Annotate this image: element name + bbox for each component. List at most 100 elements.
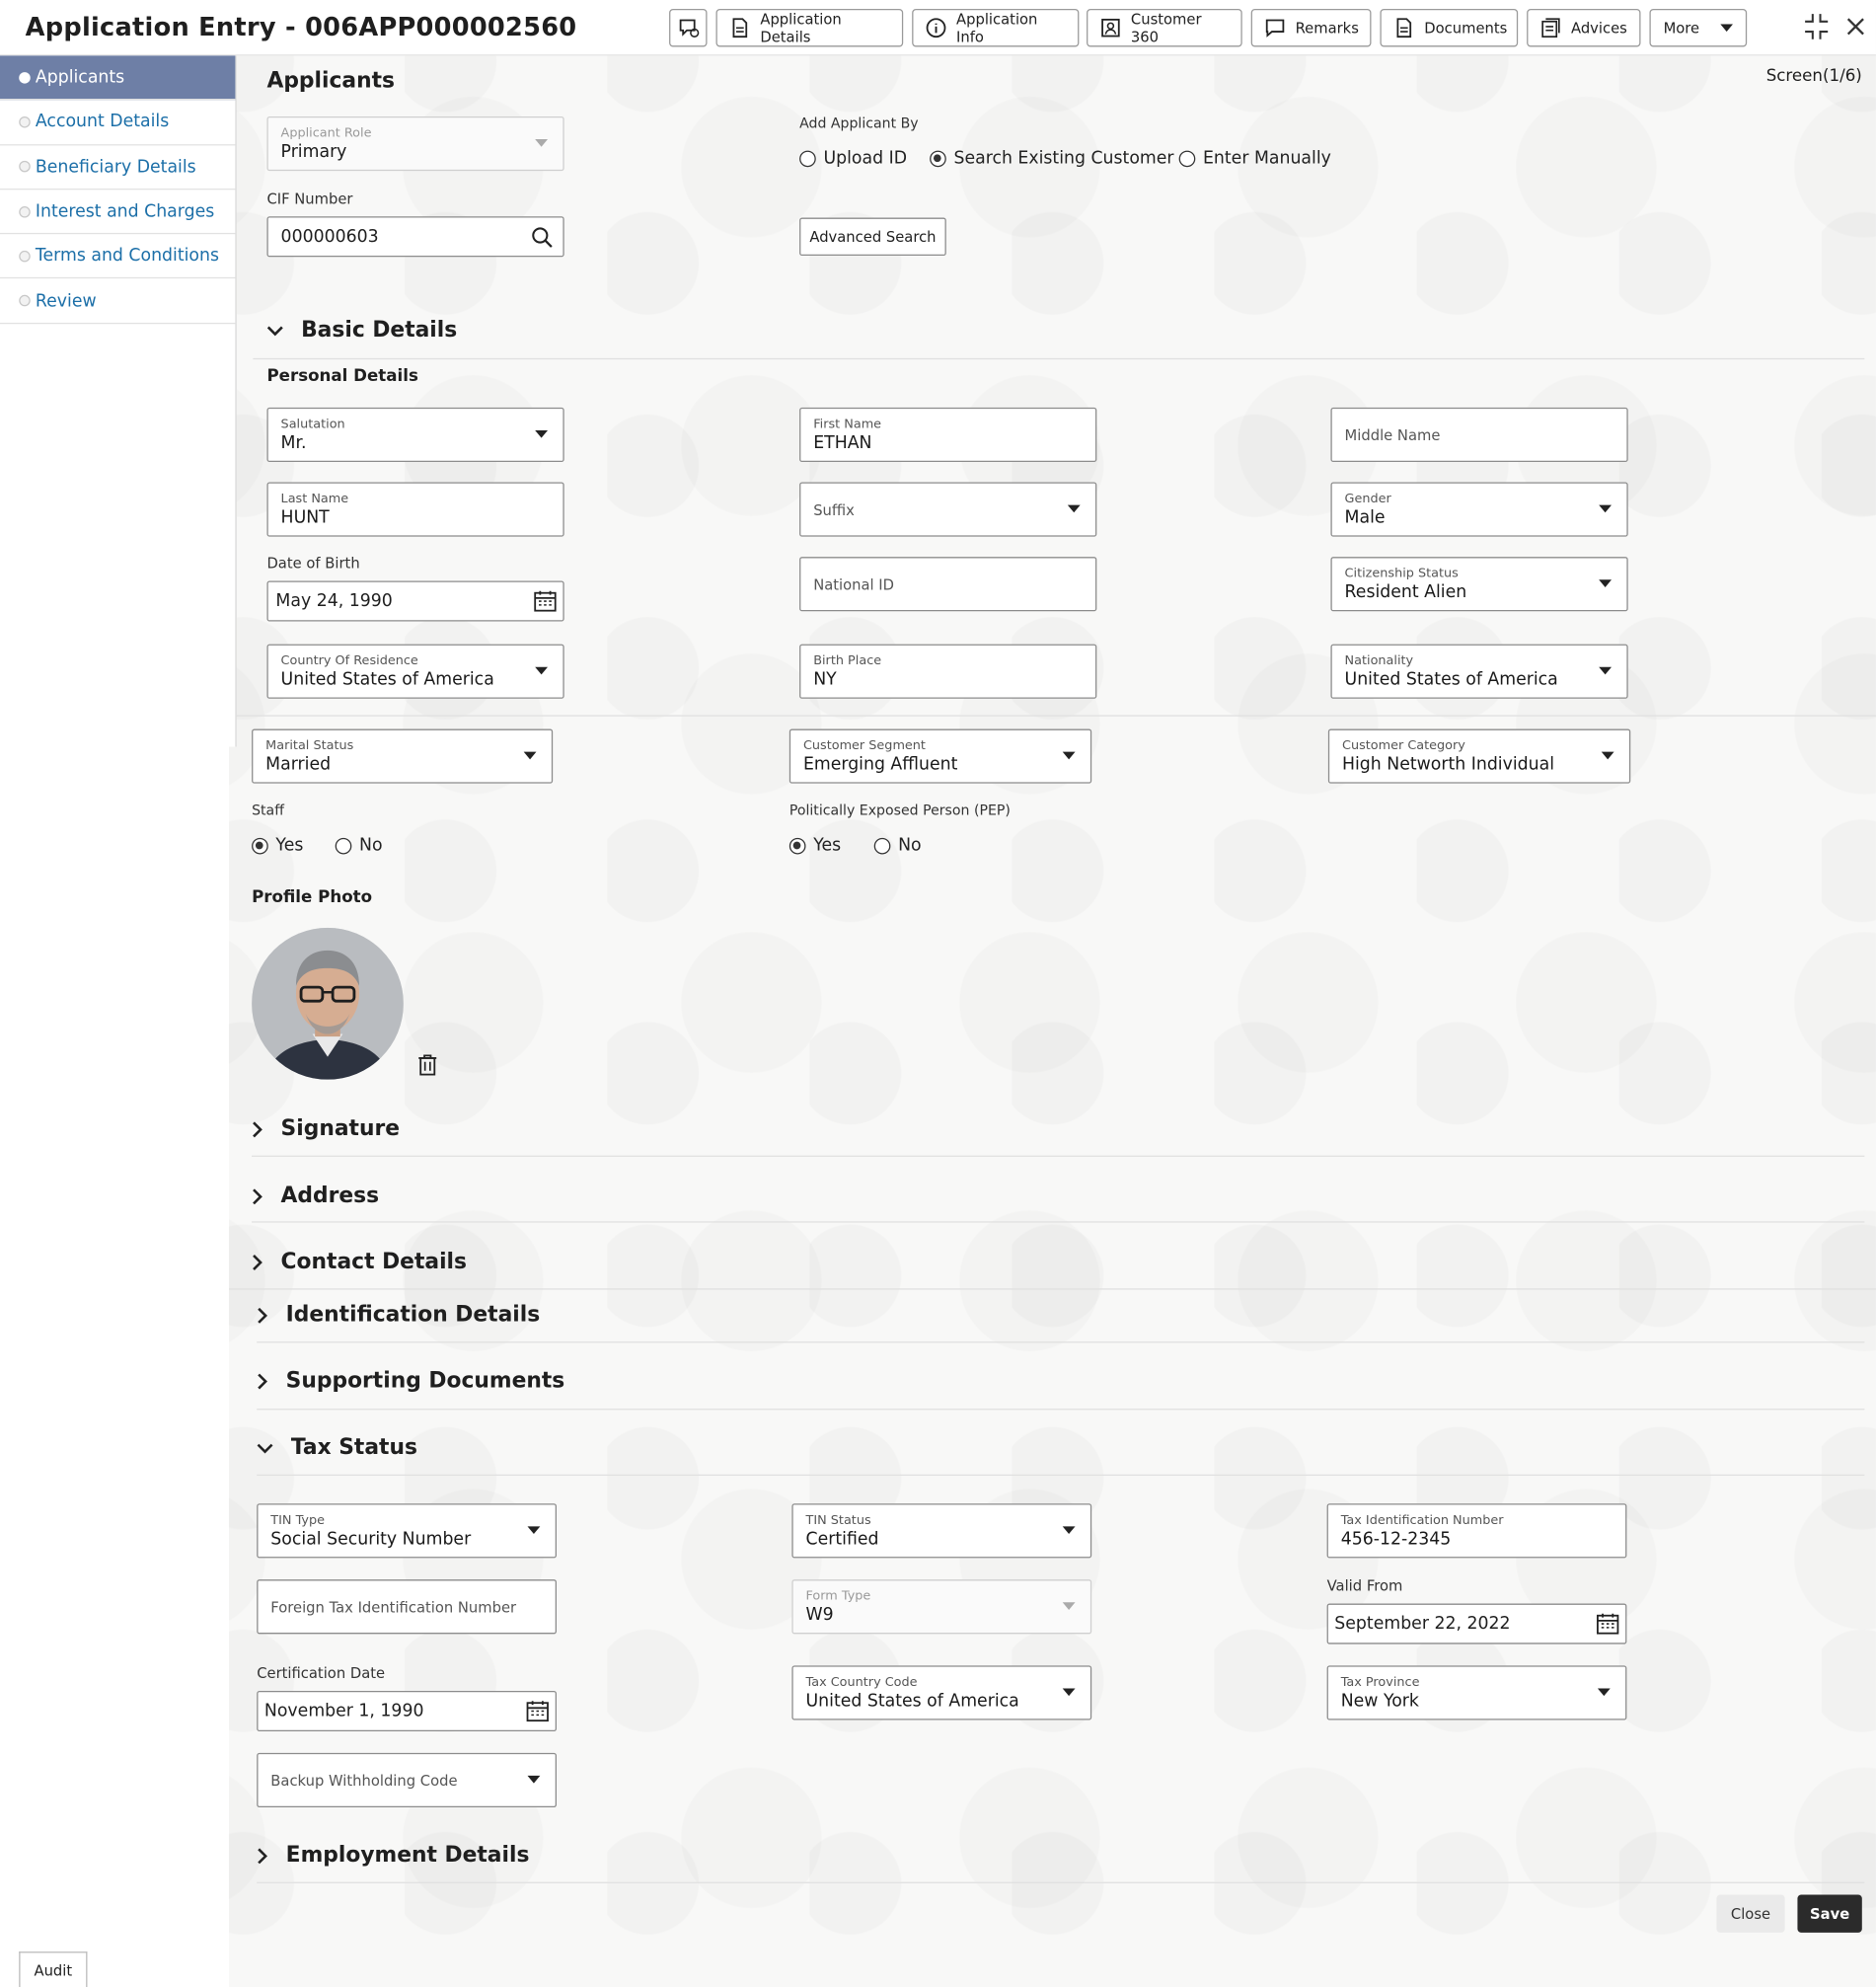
field-label: Citizenship Status [1344,567,1459,581]
dob-value: May 24, 1990 [275,590,393,612]
application-details-button[interactable]: Application Details [715,8,904,47]
field-value: Married [265,754,332,775]
tin-status-select[interactable]: TIN Status Certified [791,1503,1092,1559]
chat-button[interactable] [669,8,708,47]
first-name-field[interactable]: First Name ETHAN [799,407,1097,463]
search-icon[interactable] [531,227,553,249]
pep-yes-radio[interactable]: Yes [788,835,841,856]
country-of-residence-select[interactable]: Country Of Residence United States of Am… [266,644,564,699]
screen-indicator: Screen(1/6) [1765,66,1862,87]
address-section-header[interactable]: Address [252,1184,379,1209]
field-placeholder: National ID [813,575,895,594]
close-icon[interactable] [1845,17,1866,38]
salutation-select[interactable]: Salutation Mr. [266,407,564,463]
field-value: Primary [280,141,347,163]
tin-type-select[interactable]: TIN Type Social Security Number [257,1503,557,1559]
sidebar-item-terms-conditions[interactable]: Terms and Conditions [0,234,236,279]
field-label: Nationality [1344,653,1414,669]
sidebar-item-applicants[interactable]: Applicants [0,55,236,101]
field-label: TIN Status [805,1513,871,1528]
sidebar-item-interest-charges[interactable]: Interest and Charges [0,190,236,235]
nationality-select[interactable]: Nationality United States of America [1330,644,1628,699]
field-value: W9 [805,1604,834,1626]
radio-search-existing[interactable]: Search Existing Customer [930,148,1174,169]
application-info-button[interactable]: Application Info [912,8,1080,47]
citizenship-status-select[interactable]: Citizenship Status Resident Alien [1330,557,1628,612]
tax-country-code-select[interactable]: Tax Country Code United States of Americ… [791,1665,1092,1720]
birth-place-field[interactable]: Birth Place NY [799,644,1097,699]
basic-details-header[interactable]: Basic Details [266,318,457,343]
advanced-search-button[interactable]: Advanced Search [799,217,946,257]
audit-tab[interactable]: Audit [19,1951,88,1987]
calendar-icon[interactable] [526,1700,549,1722]
calendar-icon[interactable] [1597,1613,1619,1636]
sidebar-item-account-details[interactable]: Account Details [0,101,236,145]
close-button[interactable]: Close [1716,1894,1785,1933]
section-title: Signature [280,1115,401,1142]
identification-details-section-header[interactable]: Identification Details [257,1302,540,1328]
backup-withholding-select[interactable]: Backup Withholding Code [257,1752,557,1807]
contact-details-section-header[interactable]: Contact Details [252,1250,467,1274]
radio-enter-manually[interactable]: Enter Manually [1178,148,1331,169]
more-dropdown[interactable]: More [1649,8,1748,47]
pep-no-radio[interactable]: No [873,835,922,856]
remarks-button[interactable]: Remarks [1250,8,1372,47]
customer-segment-select[interactable]: Customer Segment Emerging Affluent [788,728,1092,784]
radio-upload-id[interactable]: Upload ID [799,148,907,169]
field-placeholder: Foreign Tax Identification Number [270,1598,517,1617]
documents-button[interactable]: Documents [1380,8,1519,47]
tax-province-select[interactable]: Tax Province New York [1326,1665,1627,1720]
last-name-field[interactable]: Last Name HUNT [266,482,564,537]
employment-details-section-header[interactable]: Employment Details [257,1843,529,1869]
gender-select[interactable]: Gender Male [1330,482,1628,537]
save-button[interactable]: Save [1797,1894,1862,1933]
supporting-documents-section-header[interactable]: Supporting Documents [257,1368,564,1394]
divider [252,1155,1865,1157]
caret-down-icon [1062,1602,1076,1610]
radio-label: Enter Manually [1202,148,1331,169]
document-icon [732,18,748,38]
dob-label: Date of Birth [266,554,360,573]
radio-label: Search Existing Customer [953,148,1174,169]
advices-button[interactable]: Advices [1527,8,1641,47]
field-label: Form Type [805,1589,871,1604]
step-dot-icon [19,250,31,263]
staff-yes-radio[interactable]: Yes [252,835,303,856]
collapse-icon[interactable] [1804,13,1830,40]
marital-status-select[interactable]: Marital Status Married [252,728,554,784]
field-label: Applicant Role [280,126,372,141]
certification-date-input[interactable]: November 1, 1990 [257,1691,557,1732]
sidebar-item-review[interactable]: Review [0,279,236,324]
field-label: Salutation [280,418,345,432]
applicant-role-select[interactable]: Applicant Role Primary [266,115,564,172]
caret-down-icon [1599,504,1613,513]
foreign-tin-field[interactable]: Foreign Tax Identification Number [257,1579,557,1635]
calendar-icon[interactable] [534,590,557,613]
section-title: Tax Status [290,1435,417,1461]
field-label: Tax Country Code [805,1675,918,1690]
signature-section-header[interactable]: Signature [252,1116,400,1142]
customer-category-select[interactable]: Customer Category High Networth Individu… [1327,728,1631,784]
step-dot-icon [19,161,31,173]
cif-input[interactable]: 000000603 [266,216,564,258]
tax-status-section-header[interactable]: Tax Status [257,1435,417,1461]
suffix-select[interactable]: Suffix [799,482,1097,537]
customer-360-button[interactable]: Customer 360 [1087,8,1242,47]
applicants-heading: Applicants [266,68,395,94]
sidebar-item-beneficiary-details[interactable]: Beneficiary Details [0,145,236,191]
national-id-field[interactable]: National ID [799,557,1097,612]
valid-from-input[interactable]: September 22, 2022 [1326,1603,1627,1644]
delete-icon[interactable] [417,1054,438,1076]
middle-name-field[interactable]: Middle Name [1330,407,1628,463]
dob-input[interactable]: May 24, 1990 [266,580,564,622]
profile-photo [252,927,404,1080]
divider [257,1474,1865,1477]
field-label: Customer Category [1341,738,1465,753]
tax-id-field[interactable]: Tax Identification Number 456-12-2345 [1326,1503,1627,1559]
caret-down-icon [1062,1688,1076,1697]
avatar [252,927,404,1080]
section-title: Employment Details [285,1842,530,1869]
staff-no-radio[interactable]: No [335,835,383,856]
form-type-select[interactable]: Form Type W9 [791,1579,1092,1635]
radio-label: Upload ID [823,148,908,169]
